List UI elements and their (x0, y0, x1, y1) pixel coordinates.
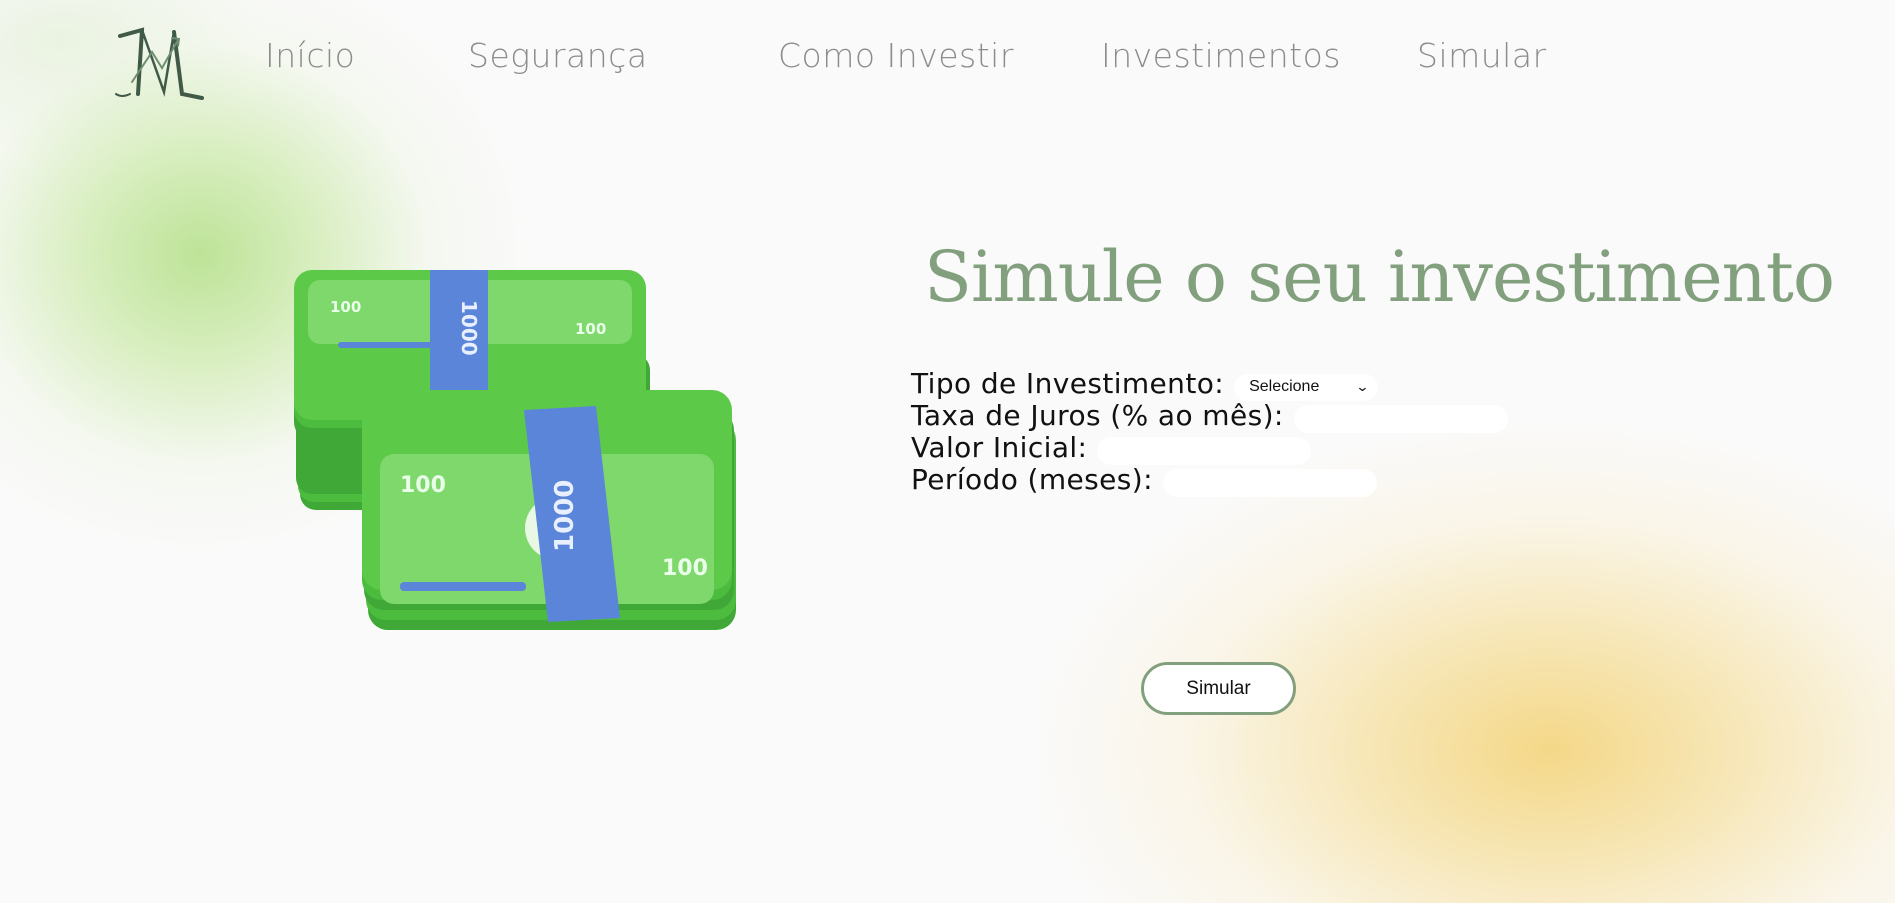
taxa-juros-input[interactable] (1293, 405, 1508, 433)
periodo-input[interactable] (1162, 469, 1377, 497)
money-stacks-icon: 100 100 1000 100 100 1000 (294, 270, 736, 630)
nav-link-investimentos[interactable]: Investimentos (1101, 36, 1341, 75)
nav-link-seguranca[interactable]: Segurança (468, 36, 648, 75)
form-row-taxa: Taxa de Juros (% ao mês): (911, 398, 1508, 433)
form-row-periodo: Período (meses): (911, 462, 1508, 497)
simular-button[interactable]: Simular (1141, 662, 1296, 715)
svg-text:100: 100 (330, 298, 361, 316)
tipo-investimento-selected: Selecione (1249, 378, 1320, 395)
form-row-tipo: Tipo de Investimento: Selecione ⌄ (911, 366, 1508, 401)
nav-link-como-investir[interactable]: Como Investir (778, 36, 1014, 75)
nav-link-inicio[interactable]: Início (265, 36, 355, 75)
form-row-valor: Valor Inicial: (911, 430, 1508, 465)
taxa-juros-label: Taxa de Juros (% ao mês): (911, 398, 1284, 432)
valor-inicial-input[interactable] (1097, 437, 1312, 465)
svg-text:1000: 1000 (550, 480, 580, 552)
simulation-form: Tipo de Investimento: Selecione ⌄ Taxa d… (911, 366, 1508, 497)
periodo-label: Período (meses): (911, 462, 1153, 496)
tipo-investimento-select[interactable]: Selecione ⌄ (1234, 373, 1379, 401)
svg-text:100: 100 (662, 556, 708, 581)
tipo-investimento-label: Tipo de Investimento: (911, 366, 1225, 400)
svg-text:100: 100 (400, 473, 446, 498)
page-title: Simule o seu investimento (924, 236, 1835, 318)
chevron-down-icon: ⌄ (1355, 379, 1370, 394)
front-bill-stack: 100 100 1000 (362, 390, 736, 630)
valor-inicial-label: Valor Inicial: (911, 430, 1088, 464)
nav-link-simular[interactable]: Simular (1417, 36, 1547, 75)
mn-monogram-logo[interactable] (112, 22, 206, 102)
svg-text:100: 100 (575, 320, 606, 338)
svg-text:1000: 1000 (457, 300, 481, 356)
